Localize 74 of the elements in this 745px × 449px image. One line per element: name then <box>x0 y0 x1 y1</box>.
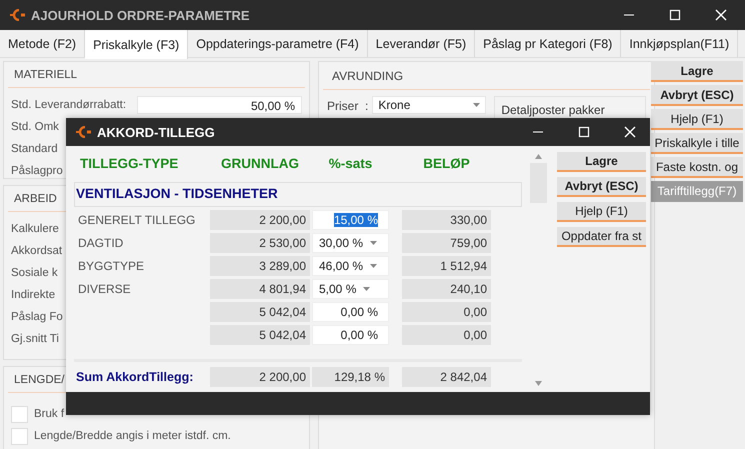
close-icon[interactable] <box>715 9 727 21</box>
checkbox-label: Bruk f <box>34 408 64 420</box>
field-label: Gj.snitt Ti <box>11 333 59 345</box>
logo-icon <box>76 126 92 138</box>
field-label: Akkordsat <box>11 245 62 257</box>
side-button[interactable]: Avbryt (ESC) <box>651 85 743 106</box>
side-button[interactable]: Avbryt (ESC) <box>557 177 646 197</box>
maximize-icon[interactable] <box>669 9 681 21</box>
field-label: Påslagpro <box>11 165 63 177</box>
input-field[interactable]: 15,00 % <box>312 210 389 230</box>
checkbox[interactable] <box>11 428 28 444</box>
caret-icon <box>370 241 378 245</box>
field-label: Std. Omk <box>11 121 59 133</box>
scroll-up-icon <box>535 154 542 159</box>
total-cell: 2 842,04 <box>402 367 491 387</box>
side-button[interactable]: Oppdater fra st <box>557 227 646 247</box>
input-field[interactable]: 0,00 % <box>312 325 389 345</box>
scroll-down-icon <box>535 381 542 386</box>
row-label: DAGTID <box>77 235 124 252</box>
table-cell: 2 200,00 <box>210 210 310 230</box>
close-icon[interactable] <box>624 126 636 138</box>
caret-icon <box>473 103 480 107</box>
side-button[interactable]: Hjelp (F1) <box>651 109 743 130</box>
dropdown[interactable]: 5,00 % <box>312 279 389 299</box>
side-button[interactable]: Lagre <box>651 61 743 82</box>
column-header: TILLEGG-TYPE <box>79 156 180 170</box>
side-button[interactable]: Faste kostn. og <box>651 157 743 178</box>
total-cell: 129,18 % <box>312 367 389 387</box>
caret-icon <box>370 264 378 268</box>
field-label: Kalkulere <box>11 223 59 235</box>
logo-icon <box>10 9 26 21</box>
section-heading: VENTILASJON - TIDSENHETER <box>74 182 522 207</box>
table-cell: 4 801,94 <box>210 279 310 299</box>
checkbox-label: Lengde/Bredde angis i meter istdf. cm. <box>34 430 231 442</box>
column-header: %-sats <box>328 156 374 170</box>
field-label: Sosiale k <box>11 267 58 279</box>
table-cell: 1 512,94 <box>402 256 491 276</box>
checkbox[interactable] <box>11 406 28 422</box>
field-label: Standard <box>11 143 58 155</box>
field-label: Priser : <box>327 99 368 113</box>
input-field[interactable]: 0,00 % <box>312 302 389 322</box>
caret-icon <box>363 287 370 291</box>
total-cell: 2 200,00 <box>210 367 310 387</box>
field-label: Std. Leverandørrabatt: <box>11 99 126 111</box>
field-label: Indirekte <box>11 289 56 301</box>
input-field[interactable]: 50,00 % <box>137 96 302 114</box>
field-label: Påslag Fo <box>11 311 63 323</box>
tab[interactable]: Priskalkyle (F3) <box>85 30 188 59</box>
row-label: GENERELT TILLEGG <box>77 212 196 229</box>
table-cell: 330,00 <box>402 210 491 230</box>
column-header: BELØP <box>422 156 471 170</box>
section-title: AVRUNDING <box>323 62 650 90</box>
table-cell: 759,00 <box>402 233 491 253</box>
table-cell: 3 289,00 <box>210 256 310 276</box>
row-label: DIVERSE <box>77 281 132 298</box>
sum-label: Sum AkkordTillegg: <box>75 369 194 386</box>
table-cell: 2 530,00 <box>210 233 310 253</box>
dropdown[interactable]: Krone <box>372 96 486 114</box>
table-cell: 0,00 <box>402 302 491 322</box>
side-button[interactable]: Hjelp (F1) <box>557 202 646 222</box>
row-label: BYGGTYPE <box>77 258 146 275</box>
column-header: GRUNNLAG <box>220 156 300 170</box>
side-button[interactable]: Lagre <box>557 152 646 172</box>
dropdown[interactable]: 30,00 % <box>312 233 389 253</box>
dropdown[interactable]: 46,00 % <box>312 256 389 276</box>
table-cell: 5 042,04 <box>210 325 310 345</box>
window-title: AKKORD-TILLEGG <box>97 124 216 140</box>
table-cell: 5 042,04 <box>210 302 310 322</box>
maximize-icon[interactable] <box>578 126 590 138</box>
table-cell: 0,00 <box>402 325 491 345</box>
side-button[interactable]: Priskalkyle i tille <box>651 133 743 154</box>
section-title: MATERIELL <box>8 62 305 88</box>
window-title: AJOURHOLD ORDRE-PARAMETRE <box>31 8 251 22</box>
table-cell: 240,10 <box>402 279 491 299</box>
